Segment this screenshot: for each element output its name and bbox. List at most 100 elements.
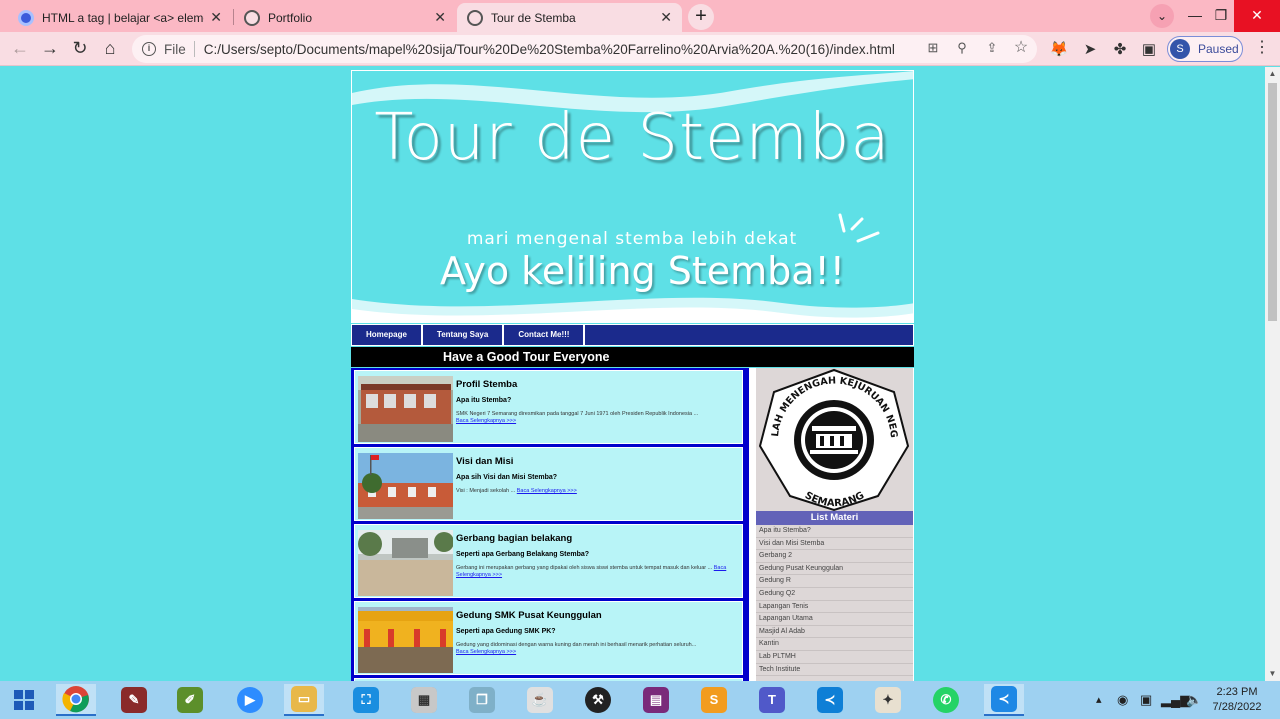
close-tab-icon[interactable]: ✕: [660, 9, 672, 26]
taskbar-zoom[interactable]: ▶: [230, 684, 270, 716]
editor-app-icon: ✐: [177, 687, 203, 713]
scroll-up-icon[interactable]: ▲: [1265, 67, 1280, 81]
taskbar-vscode[interactable]: ≺: [984, 684, 1024, 716]
materi-link[interactable]: Lapangan Tenis: [756, 601, 913, 614]
vscode-blue-icon: ≺: [817, 687, 843, 713]
materi-link[interactable]: Lab PLTMH: [756, 651, 913, 664]
share-icon[interactable]: ⇪: [983, 39, 1001, 57]
materi-link[interactable]: Tech Institute: [756, 664, 913, 677]
taskbar-editor[interactable]: ✐: [170, 684, 210, 716]
banner-tagline: Ayo keliling Stemba!!: [439, 249, 846, 293]
materi-link[interactable]: Gedung Pusat Keunggulan: [756, 563, 913, 576]
address-bar[interactable]: i File C:/Users/septo/Documents/mapel%20…: [132, 35, 1037, 63]
site-info-icon[interactable]: i: [142, 42, 156, 56]
materi-link[interactable]: Gedung Q2: [756, 588, 913, 601]
materi-link[interactable]: Gerbang 2: [756, 550, 913, 563]
article-excerpt: Gedung yang didominasi dengan warna kuni…: [456, 642, 740, 656]
taskbar-vscode-blue[interactable]: ≺: [810, 684, 850, 716]
tab-tour-de-stemba[interactable]: Tour de Stemba ✕: [457, 3, 682, 32]
materi-link[interactable]: Visi dan Misi Stemba: [756, 538, 913, 551]
taskbar-chrome[interactable]: [56, 684, 96, 716]
taskbar-clock[interactable]: 2:23 PM 7/28/2022: [1206, 685, 1268, 715]
materi-link[interactable]: Gedung R: [756, 575, 913, 588]
whatsapp-icon: ✆: [933, 687, 959, 713]
bookmark-star-icon[interactable]: ☆: [1012, 39, 1030, 57]
site-nav: Homepage Tentang Saya Contact Me!!!: [351, 324, 914, 346]
tab-html-a-tag[interactable]: HTML a tag | belajar <a> elemen ✕: [8, 3, 232, 32]
banner-title: Tour de Stemba: [374, 101, 891, 175]
nav-contact[interactable]: Contact Me!!!: [504, 325, 586, 345]
page-scrollbar[interactable]: ▲ ▼: [1265, 67, 1280, 681]
article-card-gerbang[interactable]: Gerbang bagian belakang Seperti apa Gerb…: [354, 524, 743, 598]
article-excerpt-text: Visi : Menjadi sekolah ...: [456, 488, 516, 494]
materi-link[interactable]: Apa itu Stemba?: [756, 525, 913, 538]
home-icon[interactable]: ⌂: [98, 37, 122, 61]
taskbar-snip[interactable]: ⛶: [346, 684, 386, 716]
materi-link[interactable]: Lapangan Utama: [756, 613, 913, 626]
scroll-down-icon[interactable]: ▼: [1265, 667, 1280, 681]
article-excerpt-text: Gedung yang didominasi dengan warna kuni…: [456, 642, 697, 648]
article-card-profil[interactable]: Profil Stemba Apa itu Stemba? SMK Negeri…: [354, 370, 743, 444]
taskbar-calculator[interactable]: ▦: [404, 684, 444, 716]
taskbar-hammer[interactable]: ⚒: [578, 684, 618, 716]
read-more-link[interactable]: Baca Selengkapnya >>>: [456, 418, 516, 424]
url-text[interactable]: C:/Users/septo/Documents/mapel%20sija/To…: [204, 42, 895, 57]
nav-homepage[interactable]: Homepage: [352, 325, 423, 345]
article-title: Visi dan Misi: [456, 456, 514, 467]
taskbar-game[interactable]: ✦: [868, 684, 908, 716]
close-tab-icon[interactable]: ✕: [434, 9, 446, 26]
avatar: S: [1170, 39, 1190, 59]
welcome-marquee: Have a Good Tour Everyone: [351, 347, 914, 367]
tray-overflow-icon[interactable]: ▴: [1096, 681, 1102, 719]
snip-tool-icon: ⛶: [353, 687, 379, 713]
start-button[interactable]: [4, 684, 44, 716]
taskbar-winrar[interactable]: ▤: [636, 684, 676, 716]
volume-icon[interactable]: 🔈: [1186, 681, 1202, 719]
new-tab-button[interactable]: +: [688, 4, 714, 30]
article-subtitle: Seperti apa Gedung SMK PK?: [456, 628, 556, 635]
calculator-icon: ▦: [411, 687, 437, 713]
tab-portfolio[interactable]: Portfolio ✕: [234, 3, 456, 32]
read-more-link[interactable]: Baca Selengkapnya >>>: [456, 649, 516, 655]
files-app-icon: ❒: [469, 687, 495, 713]
materi-link[interactable]: Kantin: [756, 638, 913, 651]
taskbar-notes[interactable]: ✎: [114, 684, 154, 716]
windows-logo-icon: [14, 690, 34, 710]
sidebar: SEKOLAH MENENGAH KEJURUAN NEGERI 7 SEMAR…: [752, 360, 913, 681]
close-window-icon[interactable]: ✕: [1234, 0, 1280, 32]
translate-icon[interactable]: ⊞: [924, 39, 942, 57]
list-materi-heading: List Materi: [756, 511, 913, 525]
omnibox-divider: [193, 41, 195, 57]
chrome-tray-icon[interactable]: ◉: [1117, 681, 1128, 719]
article-card-gedung-pk[interactable]: Gedung SMK Pusat Keunggulan Seperti apa …: [354, 601, 743, 675]
close-tab-icon[interactable]: ✕: [210, 9, 222, 26]
metamask-extension-icon[interactable]: 🦊: [1049, 40, 1069, 60]
article-subtitle: Apa sih Visi dan Misi Stemba?: [456, 474, 558, 481]
browser-menu-icon[interactable]: ⋮: [1254, 38, 1270, 58]
article-excerpt-text: SMK Negeri 7 Semarang diresmikan pada ta…: [456, 411, 699, 417]
zoom-icon[interactable]: ⚲: [953, 39, 971, 57]
reload-icon[interactable]: ↻: [68, 37, 92, 61]
taskbar-teams[interactable]: T: [752, 684, 792, 716]
main-content: Profil Stemba Apa itu Stemba? SMK Negeri…: [351, 360, 914, 681]
taskbar-files[interactable]: ❒: [462, 684, 502, 716]
clock-date: 7/28/2022: [1212, 701, 1262, 713]
cursor-extension-icon[interactable]: ➤: [1080, 40, 1100, 60]
nav-tentang-saya[interactable]: Tentang Saya: [423, 325, 505, 345]
read-more-link[interactable]: Baca Selengkapnya >>>: [517, 488, 577, 494]
extensions-puzzle-icon[interactable]: ✤: [1110, 40, 1130, 60]
taskbar-whatsapp[interactable]: ✆: [926, 684, 966, 716]
side-panel-icon[interactable]: ▣: [1139, 40, 1159, 60]
article-card-visi-misi[interactable]: Visi dan Misi Apa sih Visi dan Misi Stem…: [354, 447, 743, 521]
tab-search-dropdown-icon[interactable]: ⌄: [1150, 4, 1174, 28]
scrollbar-thumb[interactable]: [1268, 83, 1277, 321]
taskbar-file-explorer[interactable]: ▭: [284, 684, 324, 716]
taskbar-java[interactable]: ☕: [520, 684, 560, 716]
forward-icon[interactable]: →: [38, 37, 62, 61]
materi-link[interactable]: Masjid Al Adab: [756, 626, 913, 639]
app-tray-icon[interactable]: ▣: [1140, 681, 1152, 719]
profile-button[interactable]: S Paused: [1167, 36, 1243, 62]
taskbar-sublime[interactable]: S: [694, 684, 734, 716]
article-subtitle: Apa itu Stemba?: [456, 397, 512, 404]
back-icon[interactable]: ←: [8, 37, 32, 61]
